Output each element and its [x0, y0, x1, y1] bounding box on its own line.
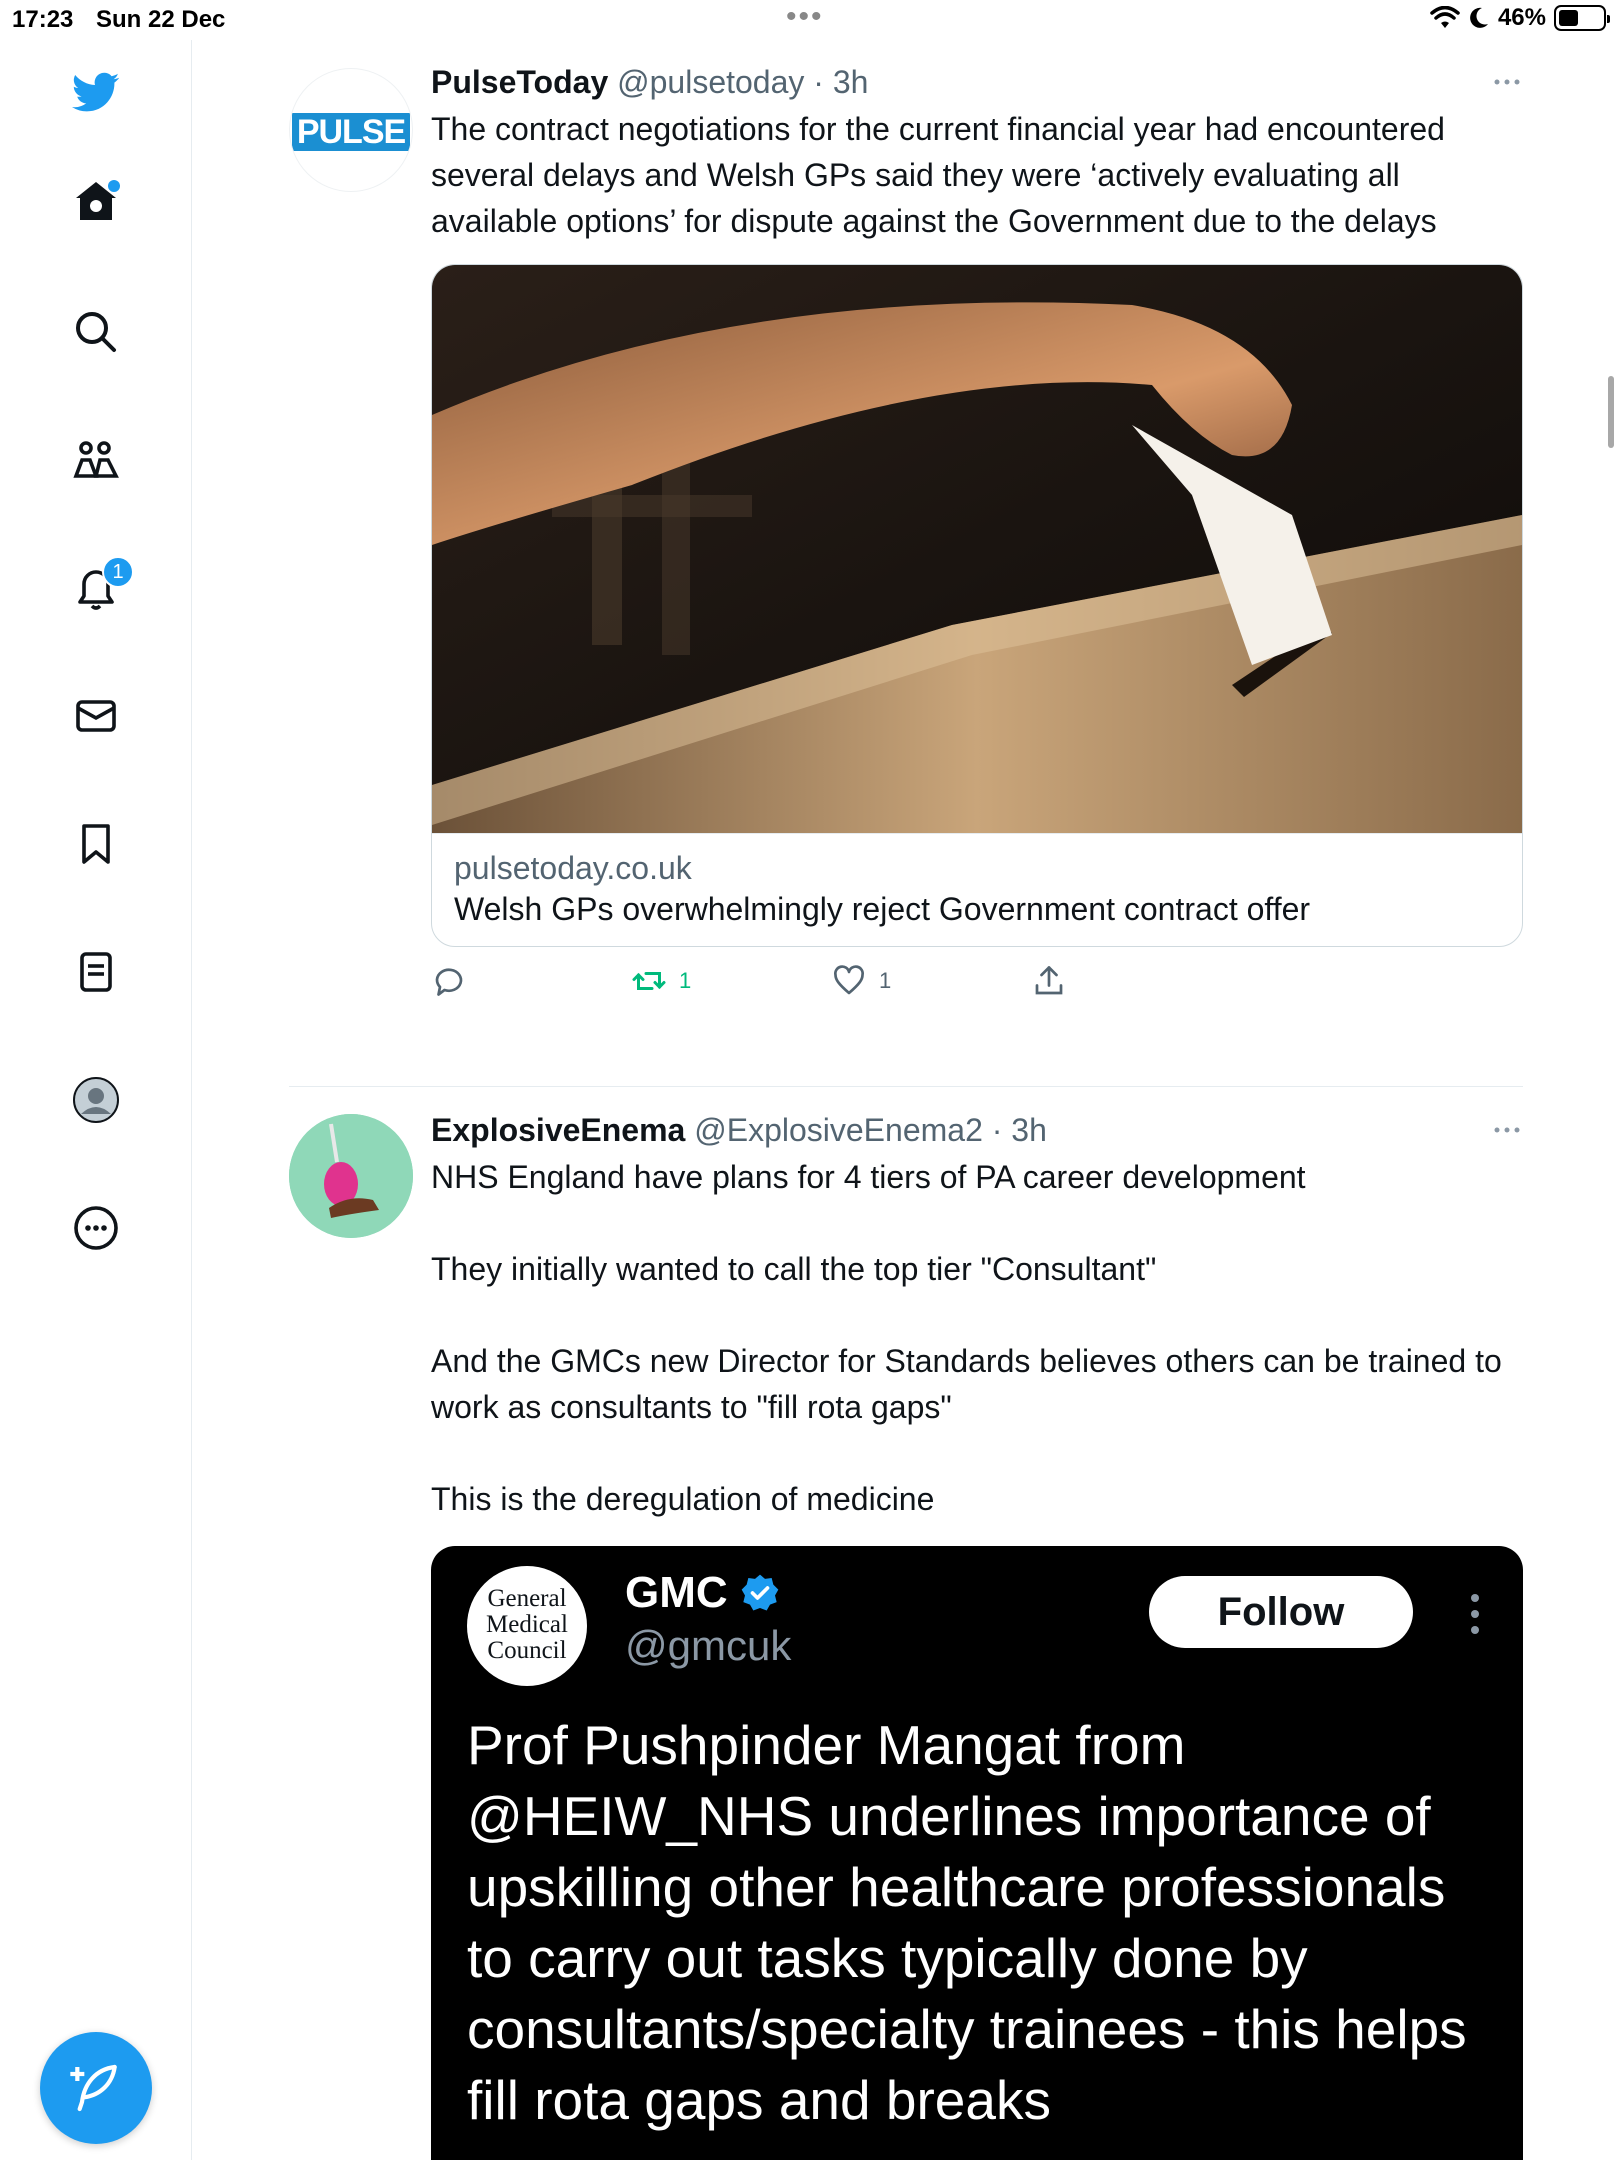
embedded-name: GMC	[625, 1568, 728, 1617]
embedded-handle: @gmcuk	[625, 1622, 792, 1669]
share-button[interactable]	[1031, 963, 1067, 999]
tweet-text: The contract negotiations for the curren…	[431, 111, 1454, 239]
embedded-screenshot[interactable]: General Medical Council GMC @gmcuk Follo…	[431, 1546, 1523, 2160]
avatar-image	[289, 1114, 413, 1238]
retweet-button[interactable]: 1	[631, 963, 691, 999]
card-domain: pulsetoday.co.uk	[454, 850, 692, 886]
author-name[interactable]: ExplosiveEnema	[431, 1112, 685, 1148]
timeline[interactable]: PULSE PulseToday @pulsetoday · 3h The co…	[193, 40, 1620, 2160]
avatar[interactable]	[289, 1114, 413, 1238]
bell-icon[interactable]: 1	[64, 556, 134, 620]
tweet[interactable]: ExplosiveEnema @ExplosiveEnema2 · 3h NHS…	[289, 1110, 1523, 2160]
tweet-text-line: NHS England have plans for 4 tiers of PA…	[431, 1159, 1306, 1195]
tweet-text-line: They initially wanted to call the top ti…	[431, 1251, 1157, 1287]
tweet-header: PulseToday @pulsetoday · 3h	[431, 62, 1523, 102]
ballot-box-image	[432, 265, 1522, 833]
embedded-text: Prof Pushpinder Mangat from @HEIW_NHS un…	[467, 1714, 1467, 2131]
lists-icon[interactable]	[64, 940, 128, 1004]
tweet-divider	[289, 1086, 1523, 1087]
link-card[interactable]: pulsetoday.co.uk Welsh GPs overwhelmingl…	[431, 264, 1523, 947]
tweet-text-line: This is the deregulation of medicine	[431, 1481, 935, 1517]
multitasking-dots-icon[interactable]: •••	[786, 0, 824, 34]
author-name[interactable]: PulseToday	[431, 64, 608, 100]
compose-button[interactable]	[40, 2032, 152, 2144]
pulse-logo: PULSE	[292, 113, 410, 151]
twitter-bird-icon[interactable]	[64, 60, 128, 124]
retweet-count: 1	[679, 968, 692, 993]
mail-icon[interactable]	[64, 684, 128, 748]
tweet-time[interactable]: 3h	[1011, 1112, 1047, 1148]
like-count: 1	[879, 968, 892, 993]
more-options-icon[interactable]	[1491, 70, 1523, 94]
reply-button[interactable]	[431, 963, 467, 999]
like-button[interactable]: 1	[831, 963, 891, 999]
author-handle[interactable]: @ExplosiveEnema2	[694, 1112, 983, 1148]
avatar[interactable]: PULSE	[289, 68, 413, 192]
tweet[interactable]: PULSE PulseToday @pulsetoday · 3h The co…	[289, 62, 1523, 1082]
author-handle[interactable]: @pulsetoday	[617, 64, 804, 100]
share-icon	[1035, 966, 1063, 995]
search-icon[interactable]	[64, 300, 128, 364]
tweet-text-line: And the GMCs new Director for Standards …	[431, 1343, 1511, 1425]
battery-icon	[1554, 5, 1610, 31]
battery-percent: 46%	[1497, 4, 1546, 31]
reply-icon	[435, 968, 463, 996]
tweet-actions: 1 1	[431, 947, 1523, 1027]
status-right: 46%	[1430, 4, 1610, 32]
wifi-icon	[1430, 6, 1460, 28]
separator: ·	[804, 64, 833, 100]
card-title: Welsh GPs overwhelmingly reject Governme…	[454, 891, 1311, 927]
separator: ·	[982, 1112, 1012, 1148]
bookmark-icon[interactable]	[64, 812, 128, 876]
scroll-indicator[interactable]	[1608, 376, 1614, 448]
follow-button[interactable]: Follow	[1149, 1576, 1413, 1648]
profile-icon[interactable]	[64, 1068, 128, 1132]
communities-icon[interactable]	[64, 428, 128, 492]
retweet-icon	[632, 972, 666, 990]
moon-icon	[1470, 7, 1488, 28]
vertical-more-icon[interactable]	[1467, 1592, 1483, 1636]
status-time: 17:23	[12, 6, 74, 33]
more-circle-icon[interactable]	[64, 1196, 128, 1260]
home-icon[interactable]	[64, 170, 128, 234]
sidebar: 1	[0, 40, 192, 2160]
compose-feather-icon	[70, 2064, 117, 2112]
home-new-dot	[108, 180, 120, 192]
status-date: Sun 22 Dec	[96, 6, 226, 33]
more-options-icon[interactable]	[1491, 1118, 1523, 1142]
status-bar: 17:23 Sun 22 Dec ••• 46%	[0, 0, 1620, 40]
tweet-header: ExplosiveEnema @ExplosiveEnema2 · 3h	[431, 1110, 1523, 1150]
heart-icon	[834, 965, 864, 995]
gmc-logo: General Medical Council	[467, 1566, 587, 1686]
verified-badge-icon	[741, 1574, 778, 1611]
notification-count-badge: 1	[102, 556, 134, 588]
tweet-time[interactable]: 3h	[833, 64, 869, 100]
